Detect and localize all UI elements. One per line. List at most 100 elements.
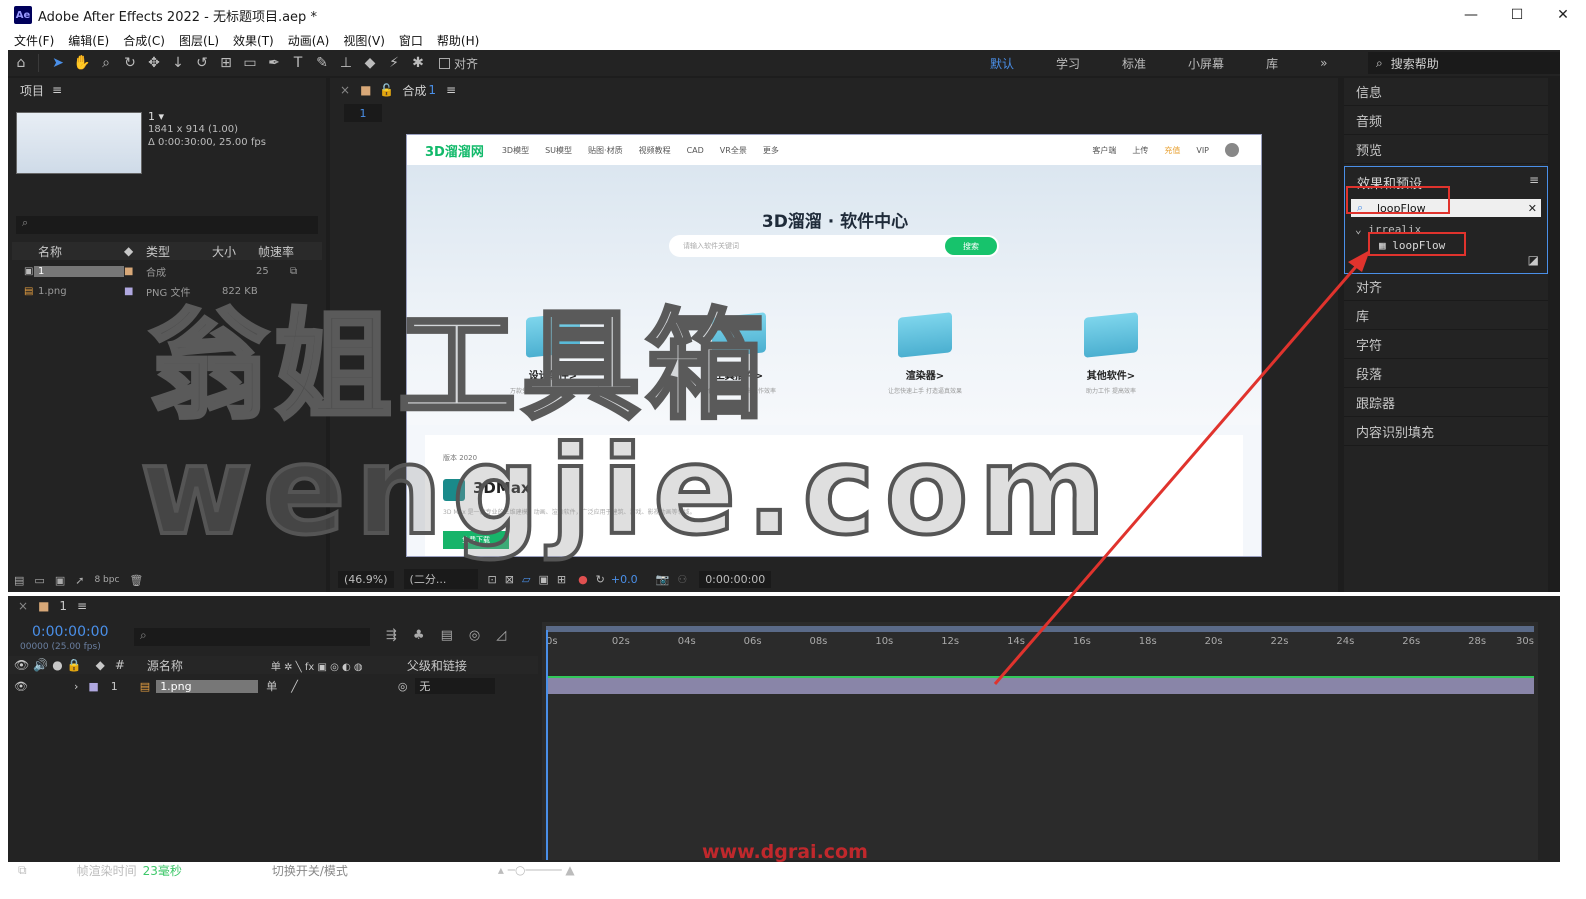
exposure-value[interactable]: +0.0: [611, 573, 638, 586]
shy-layers-icon[interactable]: ♣: [413, 628, 425, 643]
search-help-input[interactable]: ⌕ 搜索帮助: [1368, 52, 1560, 74]
column-type[interactable]: 类型: [146, 243, 212, 260]
snapshot-icon[interactable]: 📷: [656, 573, 670, 586]
home-icon[interactable]: ⌂: [10, 52, 32, 74]
composition-navigator-tab[interactable]: 1: [344, 104, 382, 122]
panel-audio[interactable]: 音频: [1344, 107, 1548, 135]
new-folder-icon[interactable]: ▭: [34, 574, 44, 587]
column-fps[interactable]: 帧速率: [258, 243, 308, 260]
layer-quality-switch[interactable]: ╱: [291, 680, 298, 693]
rectangle-tool-icon[interactable]: ▭: [239, 52, 261, 74]
menu-layer[interactable]: 图层(L): [179, 32, 219, 49]
panel-info[interactable]: 信息: [1344, 78, 1548, 106]
workspace-default[interactable]: 默认: [990, 55, 1014, 72]
menu-edit[interactable]: 编辑(E): [68, 32, 109, 49]
layer-collapse-switch[interactable]: 单: [266, 678, 277, 694]
orbit-tool-icon[interactable]: ↻: [119, 52, 141, 74]
eraser-tool-icon[interactable]: ◆: [359, 52, 381, 74]
menu-animation[interactable]: 动画(A): [288, 32, 330, 49]
zoom-slider[interactable]: ▴ ─○───── ▲: [498, 863, 575, 877]
roto-brush-tool-icon[interactable]: ⚡: [383, 52, 405, 74]
maximize-button[interactable]: ☐: [1494, 0, 1540, 30]
panel-paragraph[interactable]: 段落: [1344, 360, 1548, 388]
interpret-footage-icon[interactable]: ▤: [14, 574, 24, 587]
pan-behind-tool-icon[interactable]: ⊞: [215, 52, 237, 74]
close-tab-icon[interactable]: ×: [340, 83, 350, 97]
playhead[interactable]: [546, 630, 548, 860]
parent-dropdown[interactable]: 无: [415, 678, 496, 694]
parent-pickwhip-icon[interactable]: ◎: [398, 680, 408, 693]
layer-duration-bar[interactable]: [546, 676, 1534, 694]
comp-mini-flowchart-icon[interactable]: ⇶: [386, 628, 397, 643]
column-parent[interactable]: 父级和链接: [407, 657, 467, 674]
pen-tool-icon[interactable]: ✒: [263, 52, 285, 74]
menu-window[interactable]: 窗口: [399, 32, 423, 49]
panel-preview[interactable]: 预览: [1344, 136, 1548, 164]
minimize-button[interactable]: —: [1448, 0, 1494, 30]
panel-menu-icon[interactable]: ≡: [77, 599, 87, 613]
frame-blending-icon[interactable]: ▤: [441, 628, 453, 643]
motion-blur-icon[interactable]: ◎: [469, 628, 480, 643]
timeline-current-time[interactable]: 0:00:00:00: [32, 624, 109, 640]
panel-menu-icon[interactable]: ≡: [446, 83, 456, 97]
fast-preview-icon[interactable]: ⊡: [488, 573, 497, 586]
label-icon[interactable]: ◆: [96, 658, 105, 672]
layer-switches-icons[interactable]: 单 ✲ ╲ fx ▣ ◎ ◐ ◍: [271, 658, 407, 673]
comp-name[interactable]: 1 ▾: [148, 110, 266, 123]
panel-menu-icon[interactable]: ≡: [1529, 173, 1539, 187]
menu-help[interactable]: 帮助(H): [437, 32, 479, 49]
panel-libraries[interactable]: 库: [1344, 302, 1548, 330]
panel-character[interactable]: 字符: [1344, 331, 1548, 359]
lock-icon[interactable]: 🔒: [67, 658, 82, 672]
timeline-search-input[interactable]: ⌕: [134, 628, 370, 646]
show-snapshot-icon[interactable]: ⚇: [677, 573, 687, 586]
pan-tool-icon[interactable]: ✥: [143, 52, 165, 74]
audio-toggle-icon[interactable]: 🔊: [33, 658, 48, 672]
type-tool-icon[interactable]: T: [287, 52, 309, 74]
align-checkbox[interactable]: 对齐: [439, 55, 478, 72]
column-source-name[interactable]: 源名称: [147, 657, 271, 674]
puppet-tool-icon[interactable]: ✱: [407, 52, 429, 74]
panel-align[interactable]: 对齐: [1344, 273, 1548, 301]
toggle-switches-modes-button[interactable]: 切换开关/模式: [272, 862, 348, 879]
close-tab-icon[interactable]: ×: [18, 599, 28, 613]
clear-search-icon[interactable]: ✕: [1528, 202, 1537, 215]
expand-chevron-icon[interactable]: ›: [74, 680, 78, 693]
workspace-libraries[interactable]: 库: [1266, 55, 1278, 72]
region-of-interest-icon[interactable]: ▣: [538, 573, 548, 586]
composition-tab-number[interactable]: 1: [428, 83, 436, 97]
rotate-tool-icon[interactable]: ↺: [191, 52, 213, 74]
transparency-grid-icon[interactable]: ⊠: [505, 573, 514, 586]
workspace-standard[interactable]: 标准: [1122, 55, 1146, 72]
dolly-tool-icon[interactable]: ↓: [167, 52, 189, 74]
new-preset-icon[interactable]: ◪: [1528, 253, 1539, 267]
visibility-eye-icon[interactable]: 👁: [14, 680, 28, 693]
toggle-panes-icon[interactable]: ⧉: [18, 863, 27, 878]
current-time-field[interactable]: 0:00:00:00: [699, 570, 772, 588]
render-queue-icon[interactable]: ➚: [75, 574, 84, 587]
graph-editor-icon[interactable]: ◿: [496, 628, 506, 643]
menu-effect[interactable]: 效果(T): [233, 32, 274, 49]
panel-menu-icon[interactable]: ≡: [52, 83, 62, 97]
workspace-overflow-button[interactable]: »: [1320, 56, 1327, 70]
resolution-dropdown[interactable]: (二分...: [403, 569, 478, 589]
timeline-layer-row[interactable]: 👁 › ■ 1 ▤ 1.png 单 ╱ ◎ 无: [8, 676, 538, 696]
project-panel-title[interactable]: 项目: [20, 82, 44, 99]
timeline-tab-label[interactable]: 1: [59, 599, 67, 613]
channel-icon[interactable]: ●: [578, 573, 588, 586]
layer-label-swatch[interactable]: ■: [88, 680, 98, 693]
color-depth-button[interactable]: 8 bpc: [94, 575, 119, 585]
label-icon[interactable]: ◆: [124, 244, 146, 258]
lock-icon[interactable]: 🔓: [379, 83, 394, 97]
composition-tab-label[interactable]: 合成: [402, 82, 426, 99]
column-size[interactable]: 大小: [212, 243, 258, 260]
menu-file[interactable]: 文件(F): [14, 32, 54, 49]
selection-tool-icon[interactable]: ➤: [47, 52, 69, 74]
time-ruler[interactable]: 0s 02s 04s 06s 08s 10s 12s 14s 16s 18s 20s 22s 24s 26…: [542, 632, 1538, 654]
workspace-small-screen[interactable]: 小屏幕: [1188, 55, 1224, 72]
panel-tracker[interactable]: 跟踪器: [1344, 389, 1548, 417]
column-name[interactable]: 名称: [12, 243, 124, 260]
workspace-learn[interactable]: 学习: [1056, 55, 1080, 72]
layer-name[interactable]: 1.png: [156, 679, 259, 693]
zoom-tool-icon[interactable]: ⌕: [95, 52, 117, 74]
